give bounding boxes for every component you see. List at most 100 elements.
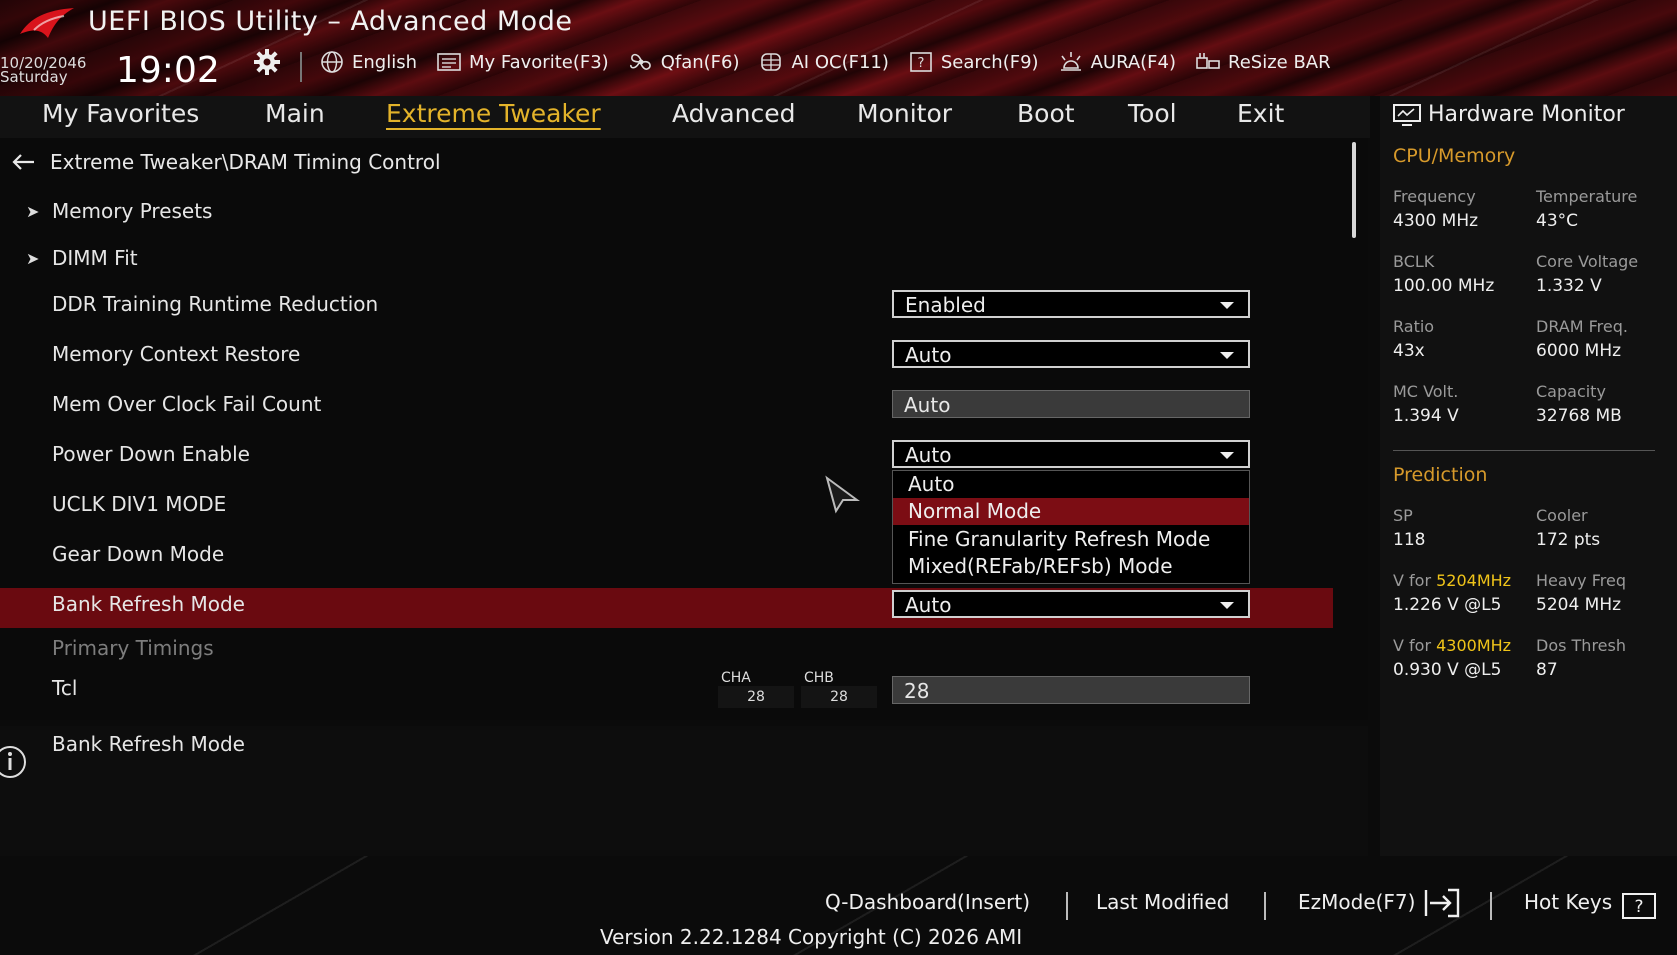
- footer-separator: [1264, 892, 1266, 920]
- hw-label-v-for-5204: V for 5204MHz: [1393, 571, 1511, 590]
- ai-oc-icon: [761, 53, 782, 71]
- setting-label-uclk: UCLK DIV1 MODE: [52, 492, 227, 516]
- setting-label-ddr-training: DDR Training Runtime Reduction: [52, 292, 379, 316]
- menu-option-auto[interactable]: Auto: [893, 471, 1249, 498]
- hw-value-heavy-freq: 5204 MHz: [1536, 595, 1622, 615]
- gear-icon[interactable]: [252, 47, 282, 77]
- hw-value-dos-thresh: 87: [1536, 660, 1558, 680]
- prediction-title: Prediction: [1393, 464, 1488, 486]
- hw-value-v-for-4300: 0.930 V @L5: [1393, 660, 1502, 680]
- help-title: Bank Refresh Mode: [52, 732, 245, 756]
- search-icon: ?: [910, 52, 932, 72]
- chevron-down-icon: [1220, 602, 1234, 609]
- weekday-text: Saturday: [0, 68, 68, 86]
- setting-label-bank-refresh[interactable]: Bank Refresh Mode: [52, 592, 245, 616]
- bank-refresh-value: Auto: [905, 593, 952, 617]
- language-label: English: [352, 51, 417, 73]
- tab-boot[interactable]: Boot: [1017, 99, 1075, 128]
- hot-keys-button[interactable]: Hot Keys: [1524, 890, 1612, 914]
- menu-option-fine-granularity[interactable]: Fine Granularity Refresh Mode: [893, 526, 1249, 553]
- hw-value-frequency: 4300 MHz: [1393, 211, 1479, 231]
- chevron-down-icon: [1220, 302, 1234, 309]
- hw-label-heavy-freq: Heavy Freq: [1536, 571, 1626, 590]
- version-text: Version 2.22.1284 Copyright (C) 2026 AMI: [600, 925, 1023, 949]
- back-arrow-icon[interactable]: [10, 152, 36, 172]
- hw-label-frequency: Frequency: [1393, 187, 1476, 206]
- hw-label-sp: SP: [1393, 506, 1413, 525]
- resize-bar-icon: [1196, 53, 1220, 69]
- aura-label: AURA(F4): [1090, 51, 1177, 73]
- ai-oc-button[interactable]: AI OC(F11): [757, 50, 889, 74]
- hw-label-dram-freq: DRAM Freq.: [1536, 317, 1628, 336]
- hw-value-core-voltage: 1.332 V: [1536, 276, 1602, 296]
- monitor-icon: [1393, 103, 1421, 126]
- tab-main[interactable]: Main: [265, 99, 325, 128]
- help-question-icon[interactable]: ?: [1622, 893, 1656, 919]
- hw-divider: [1393, 450, 1655, 451]
- ddr-training-dropdown[interactable]: Enabled: [892, 290, 1250, 318]
- ddr-training-value: Enabled: [905, 293, 986, 317]
- hw-label-mc-volt: MC Volt.: [1393, 382, 1459, 401]
- memory-context-value: Auto: [905, 343, 952, 367]
- last-modified-button[interactable]: Last Modified: [1096, 890, 1229, 914]
- toolbar: English My Favorite(F3) Qfan(F6) AI OC(F…: [318, 50, 1331, 74]
- bank-refresh-dropdown[interactable]: Auto: [892, 590, 1250, 618]
- menu-option-normal-mode[interactable]: Normal Mode: [893, 498, 1249, 525]
- my-favorite-button[interactable]: My Favorite(F3): [435, 50, 609, 74]
- hw-value-mc-volt: 1.394 V: [1393, 406, 1459, 426]
- hw-label-ratio: Ratio: [1393, 317, 1435, 336]
- mem-oc-fail-field[interactable]: Auto: [892, 390, 1250, 418]
- ezmode-button[interactable]: EzMode(F7): [1298, 890, 1415, 914]
- tab-extreme-tweaker[interactable]: Extreme Tweaker: [386, 99, 601, 128]
- globe-icon: [321, 51, 343, 73]
- breadcrumb: Extreme Tweaker\DRAM Timing Control: [10, 150, 441, 174]
- language-button[interactable]: English: [318, 50, 417, 74]
- footer-separator: [1066, 892, 1068, 920]
- favorites-icon: [437, 53, 461, 71]
- v-for-prefix: V for: [1393, 571, 1437, 590]
- chevron-down-icon: [1220, 352, 1234, 359]
- menu-option-mixed-mode[interactable]: Mixed(REFab/REFsb) Mode: [893, 553, 1249, 580]
- resize-bar-button[interactable]: ReSize BAR: [1194, 50, 1331, 74]
- qfan-button[interactable]: Qfan(F6): [627, 50, 739, 74]
- tab-tool[interactable]: Tool: [1128, 99, 1177, 128]
- memory-context-dropdown[interactable]: Auto: [892, 340, 1250, 368]
- hw-value-sp: 118: [1393, 530, 1426, 550]
- hw-value-ratio: 43x: [1393, 341, 1425, 361]
- setting-label-gear-down: Gear Down Mode: [52, 542, 225, 566]
- q-dashboard-button[interactable]: Q-Dashboard(Insert): [825, 890, 1030, 914]
- tab-exit[interactable]: Exit: [1237, 99, 1284, 128]
- aura-icon: [1060, 52, 1081, 71]
- exit-arrow-icon[interactable]: [1424, 888, 1460, 918]
- setting-label-mem-oc-fail: Mem Over Clock Fail Count: [52, 392, 322, 416]
- hw-value-dram-freq: 6000 MHz: [1536, 341, 1622, 361]
- svg-text:?: ?: [1634, 897, 1643, 917]
- ai-oc-label: AI OC(F11): [791, 51, 889, 73]
- tcl-field[interactable]: 28: [892, 676, 1250, 704]
- header-separator: [300, 52, 302, 82]
- tcl-value: 28: [904, 679, 930, 703]
- main-tabs: My Favorites Main Extreme Tweaker Advanc…: [0, 96, 1370, 138]
- scrollbar[interactable]: [1352, 142, 1356, 238]
- breadcrumb-path: Extreme Tweaker\DRAM Timing Control: [50, 150, 441, 174]
- mouse-cursor-icon: [825, 475, 860, 514]
- power-down-dropdown[interactable]: Auto: [892, 440, 1250, 468]
- search-button[interactable]: ? Search(F9): [907, 50, 1039, 74]
- hw-label-cooler: Cooler: [1536, 506, 1588, 525]
- info-icon: [0, 746, 26, 778]
- tab-my-favorites[interactable]: My Favorites: [42, 99, 199, 128]
- submenu-dimm-fit[interactable]: DIMM Fit: [52, 246, 138, 270]
- hw-value-v-for-5204: 1.226 V @L5: [1393, 595, 1502, 615]
- submenu-memory-presets[interactable]: Memory Presets: [52, 199, 212, 223]
- cha-label: CHA: [721, 670, 751, 686]
- cha-value: 28: [718, 686, 794, 708]
- aura-button[interactable]: AURA(F4): [1057, 50, 1176, 74]
- chevron-right-icon: ➤: [26, 202, 40, 221]
- tab-monitor[interactable]: Monitor: [857, 99, 952, 128]
- settings-panel: [0, 138, 1368, 720]
- cpu-memory-title: CPU/Memory: [1393, 145, 1516, 167]
- hardware-monitor-title: Hardware Monitor: [1392, 102, 1625, 127]
- bank-refresh-options-menu: Auto Normal Mode Fine Granularity Refres…: [892, 470, 1250, 584]
- tab-advanced[interactable]: Advanced: [672, 99, 796, 128]
- clock-time[interactable]: 19:02: [116, 50, 220, 91]
